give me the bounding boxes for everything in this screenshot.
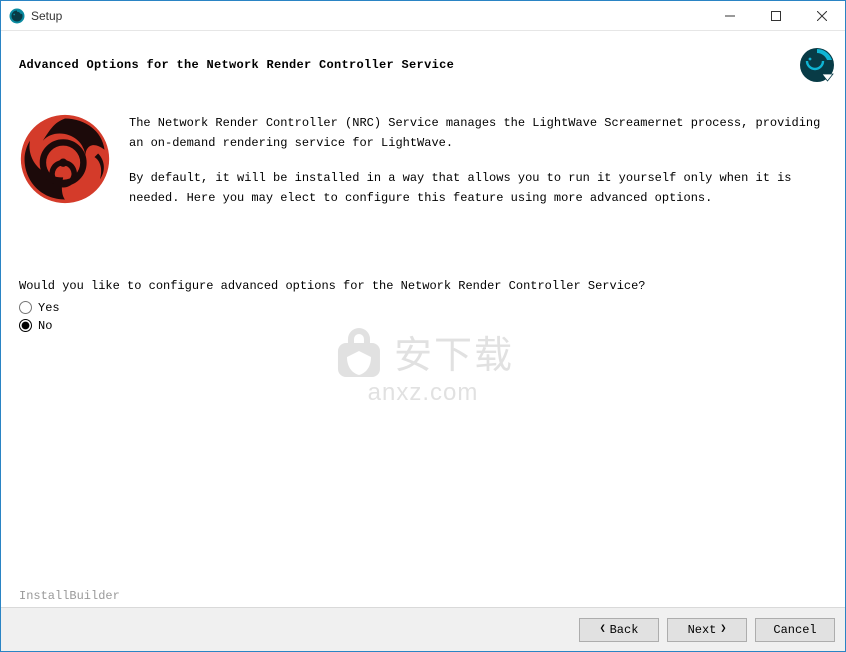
radio-option-yes[interactable]: Yes — [19, 301, 827, 315]
product-logo-icon — [19, 113, 111, 205]
next-button-label: Next — [688, 623, 717, 637]
radio-yes-label: Yes — [38, 301, 60, 315]
arrow-left-icon: ❮ — [600, 625, 606, 635]
installer-branding: InstallBuilder — [19, 589, 120, 603]
arrow-right-icon: ❯ — [720, 625, 726, 635]
content-area: The Network Render Controller (NRC) Serv… — [1, 113, 845, 333]
intro-row: The Network Render Controller (NRC) Serv… — [19, 113, 827, 223]
intro-paragraph-1: The Network Render Controller (NRC) Serv… — [129, 113, 827, 154]
question-block: Would you like to configure advanced opt… — [19, 279, 827, 333]
watermark-url: anxz.com — [332, 379, 514, 407]
radio-option-no[interactable]: No — [19, 319, 827, 333]
back-button-label: Back — [610, 623, 639, 637]
corner-logo-icon — [799, 47, 835, 83]
radio-yes-input[interactable] — [19, 301, 32, 314]
intro-text: The Network Render Controller (NRC) Serv… — [129, 113, 827, 223]
maximize-button[interactable] — [753, 1, 799, 30]
radio-no-label: No — [38, 319, 52, 333]
app-icon — [9, 8, 25, 24]
page-title: Advanced Options for the Network Render … — [19, 58, 454, 72]
intro-paragraph-2: By default, it will be installed in a wa… — [129, 168, 827, 209]
cancel-button-label: Cancel — [773, 623, 816, 637]
window-controls — [707, 1, 845, 30]
page-header: Advanced Options for the Network Render … — [1, 31, 845, 93]
cancel-button[interactable]: Cancel — [755, 618, 835, 642]
footer-bar: ❮ Back Next ❯ Cancel — [1, 607, 845, 651]
next-button[interactable]: Next ❯ — [667, 618, 747, 642]
radio-no-input[interactable] — [19, 319, 32, 332]
question-text: Would you like to configure advanced opt… — [19, 279, 827, 293]
minimize-button[interactable] — [707, 1, 753, 30]
window-title: Setup — [31, 9, 707, 23]
watermark: 安下载 anxz.com — [332, 321, 514, 407]
close-button[interactable] — [799, 1, 845, 30]
back-button[interactable]: ❮ Back — [579, 618, 659, 642]
window-titlebar: Setup — [1, 1, 845, 31]
